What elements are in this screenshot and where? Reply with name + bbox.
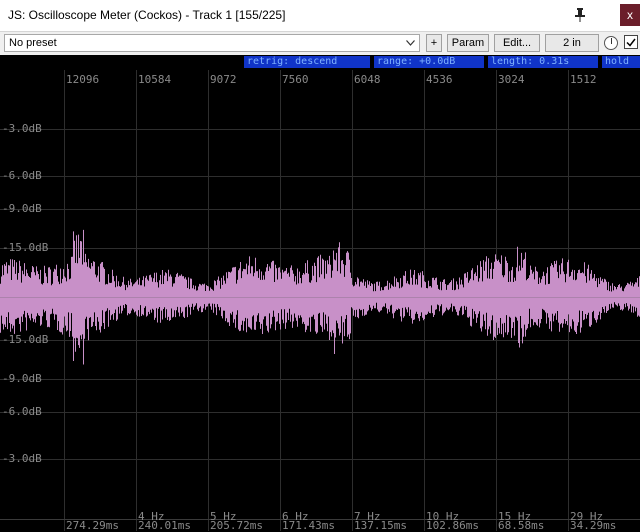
chevron-down-icon	[403, 35, 417, 51]
top-tick-label: 6048	[354, 73, 381, 86]
io-button[interactable]: 2 in	[545, 34, 599, 52]
close-button[interactable]: x	[620, 4, 640, 26]
ms-label: 205.72ms	[210, 519, 263, 532]
preset-value: No preset	[9, 37, 57, 49]
edit-button[interactable]: Edit...	[494, 34, 540, 52]
range-badge[interactable]: range: +0.0dB	[374, 56, 484, 68]
db-label: -3.0dB	[2, 452, 42, 465]
db-label: -15.0dB	[2, 333, 49, 346]
ms-label: 137.15ms	[354, 519, 407, 532]
param-button[interactable]: Param	[447, 34, 489, 52]
ms-label: 240.01ms	[138, 519, 191, 532]
title-bar: JS: Oscilloscope Meter (Cockos) - Track …	[0, 0, 640, 32]
db-label: -9.0dB	[2, 202, 42, 215]
pin-icon	[575, 8, 585, 22]
top-tick-label: 3024	[498, 73, 525, 86]
close-icon: x	[627, 8, 633, 22]
hold-badge[interactable]: hold	[602, 56, 640, 68]
ms-label: 102.86ms	[426, 519, 479, 532]
wet-knob[interactable]	[604, 36, 618, 50]
retrig-badge[interactable]: retrig: descend	[244, 56, 370, 68]
db-label: -9.0dB	[2, 372, 42, 385]
top-tick-label: 1512	[570, 73, 597, 86]
top-tick-label: 4536	[426, 73, 453, 86]
top-tick-label: 7560	[282, 73, 309, 86]
ms-label: 274.29ms	[66, 519, 119, 532]
length-badge[interactable]: length: 0.31s	[488, 56, 598, 68]
top-tick-label: 10584	[138, 73, 172, 86]
ms-label: 171.43ms	[282, 519, 335, 532]
scope-canvas	[0, 70, 640, 531]
window-title: JS: Oscilloscope Meter (Cockos) - Track …	[8, 8, 286, 22]
db-label: -6.0dB	[2, 169, 42, 182]
enable-checkbox[interactable]	[624, 35, 638, 49]
db-label: -6.0dB	[2, 405, 42, 418]
oscilloscope-display[interactable]: 12096 10584 9072 7560 6048 4536 3024 1512 -3.0dB…	[0, 70, 640, 532]
db-label: -15.0dB	[2, 241, 49, 254]
ms-label: 34.29ms	[570, 519, 617, 532]
pin-button[interactable]	[568, 4, 592, 26]
ms-label: 68.58ms	[498, 519, 545, 532]
db-label: -3.0dB	[2, 122, 42, 135]
checkmark-icon	[626, 38, 636, 47]
preset-dropdown[interactable]: No preset	[4, 34, 420, 52]
add-preset-button[interactable]: +	[426, 34, 442, 52]
top-tick-label: 12096	[66, 73, 100, 86]
toolbar: No preset + Param Edit... 2 in	[0, 32, 640, 55]
top-tick-label: 9072	[210, 73, 237, 86]
